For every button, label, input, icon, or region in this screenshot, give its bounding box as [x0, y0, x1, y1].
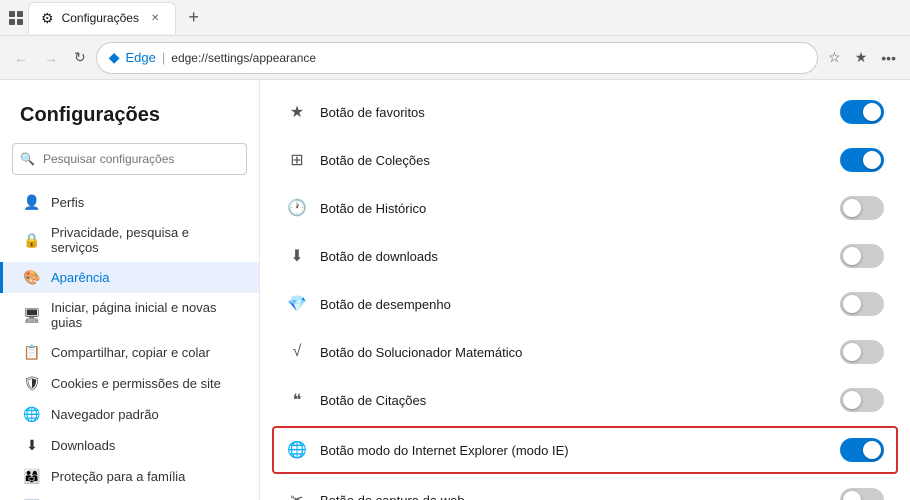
sidebar-label-perfis: Perfis [51, 195, 84, 210]
settings-row-colecoes: ⊞ Botão de Coleções [260, 136, 910, 184]
row-label-favoritos: Botão de favoritos [320, 105, 828, 120]
settings-row-ie-mode: 🌐 Botão modo do Internet Explorer (modo … [272, 426, 898, 474]
settings-list: ★ Botão de favoritos ⊞ Botão de Coleções… [260, 80, 910, 500]
row-icon-favoritos: ★ [286, 102, 308, 122]
row-icon-citacoes: ❝ [286, 390, 308, 410]
sidebar-item-perfis[interactable]: 👤 Perfis [0, 187, 259, 218]
settings-row-citacoes: ❝ Botão de Citações [260, 376, 910, 424]
settings-row-captura: ✂ Botão de captura da web [260, 476, 910, 500]
row-label-colecoes: Botão de Coleções [320, 153, 828, 168]
edge-label: Edge [126, 50, 156, 65]
settings-row-desempenho: 💎 Botão de desempenho [260, 280, 910, 328]
toggle-colecoes[interactable] [840, 148, 884, 172]
titlebar: ⚙ Configurações ✕ + [0, 0, 910, 36]
toggle-captura[interactable] [840, 488, 884, 500]
toggle-citacoes[interactable] [840, 388, 884, 412]
row-label-downloads: Botão de downloads [320, 249, 828, 264]
sidebar-label-compartilhar: Compartilhar, copiar e colar [51, 345, 210, 360]
row-icon-captura: ✂ [286, 490, 308, 500]
toggle-matematico[interactable] [840, 340, 884, 364]
row-label-desempenho: Botão de desempenho [320, 297, 828, 312]
toggle-ie-mode[interactable] [840, 438, 884, 462]
sidebar-label-downloads: Downloads [51, 438, 115, 453]
more-options-button[interactable]: ••• [875, 44, 902, 72]
sidebar-icon-cookies: 🛡 [23, 375, 41, 392]
address-text: edge://settings/appearance [171, 51, 805, 65]
sidebar-icon-perfis: 👤 [23, 194, 41, 211]
settings-row-matematico: √ Botão do Solucionador Matemático [260, 328, 910, 376]
row-label-matematico: Botão do Solucionador Matemático [320, 345, 828, 360]
row-label-historico: Botão de Histórico [320, 201, 828, 216]
sidebar-icon-aparencia: 🎨 [23, 269, 41, 286]
row-icon-matematico: √ [286, 343, 308, 361]
sidebar-item-cookies[interactable]: 🛡 Cookies e permissões de site [0, 368, 259, 399]
address-separator: | [162, 50, 165, 65]
sidebar-items-list: 👤 Perfis 🔒 Privacidade, pesquisa e servi… [0, 187, 259, 500]
row-icon-downloads: ⬇ [286, 246, 308, 266]
refresh-button[interactable]: ↻ [68, 43, 92, 72]
sidebar-label-privacidade: Privacidade, pesquisa e serviços [51, 225, 239, 255]
tab-label: Configurações [62, 11, 139, 25]
sidebar-label-protecao: Proteção para a família [51, 469, 185, 484]
favorites-button[interactable]: ★ [849, 43, 874, 72]
sidebar-label-navegador: Navegador padrão [51, 407, 159, 422]
settings-row-favoritos: ★ Botão de favoritos [260, 88, 910, 136]
row-icon-ie-mode: 🌐 [286, 440, 308, 460]
sidebar-icon-iniciar: 🖥 [23, 307, 41, 324]
settings-content: ★ Botão de favoritos ⊞ Botão de Coleções… [260, 80, 910, 500]
search-icon: 🔍 [20, 152, 35, 166]
sidebar-label-aparencia: Aparência [51, 270, 110, 285]
nav-right-icons: ☆ ★ ••• [822, 43, 902, 72]
navbar: ← → ↻ ◆ Edge | edge://settings/appearanc… [0, 36, 910, 80]
toggle-favoritos[interactable] [840, 100, 884, 124]
sidebar-icon-compartilhar: 📋 [23, 344, 41, 361]
sidebar-icon-navegador: 🌐 [23, 406, 41, 423]
sidebar-item-iniciar[interactable]: 🖥 Iniciar, página inicial e novas guias [0, 293, 259, 337]
active-tab[interactable]: ⚙ Configurações ✕ [28, 2, 176, 34]
row-label-citacoes: Botão de Citações [320, 393, 828, 408]
tab-close-button[interactable]: ✕ [147, 11, 163, 26]
sidebar-icon-protecao: 👨‍👩‍👧 [23, 468, 41, 485]
tab-favicon: ⚙ [41, 10, 54, 27]
sidebar-item-navegador[interactable]: 🌐 Navegador padrão [0, 399, 259, 430]
settings-row-historico: 🕐 Botão de Histórico [260, 184, 910, 232]
new-tab-button[interactable]: + [180, 7, 207, 28]
sidebar-label-cookies: Cookies e permissões de site [51, 376, 221, 391]
settings-row-downloads: ⬇ Botão de downloads [260, 232, 910, 280]
sidebar-item-downloads[interactable]: ⬇ Downloads [0, 430, 259, 461]
sidebar-title: Configurações [0, 96, 259, 143]
toggle-downloads[interactable] [840, 244, 884, 268]
sidebar-item-protecao[interactable]: 👨‍👩‍👧 Proteção para a família [0, 461, 259, 492]
back-button[interactable]: ← [8, 44, 34, 72]
row-icon-historico: 🕐 [286, 198, 308, 218]
sidebar-label-iniciar: Iniciar, página inicial e novas guias [51, 300, 239, 330]
forward-button[interactable]: → [38, 44, 64, 72]
row-icon-desempenho: 💎 [286, 294, 308, 314]
sidebar-item-aparencia[interactable]: 🎨 Aparência [0, 262, 259, 293]
toggle-desempenho[interactable] [840, 292, 884, 316]
sidebar: Configurações 🔍 👤 Perfis 🔒 Privacidade, … [0, 80, 260, 500]
edge-logo-icon: ◆ [109, 49, 120, 66]
search-input[interactable] [12, 143, 247, 175]
browser-icon [8, 10, 24, 26]
sidebar-icon-downloads: ⬇ [23, 437, 41, 454]
row-label-captura: Botão de captura da web [320, 493, 828, 500]
sidebar-item-idiomas[interactable]: 🔤 Idiomas [0, 492, 259, 500]
address-bar[interactable]: ◆ Edge | edge://settings/appearance [96, 42, 818, 74]
main-layout: Configurações 🔍 👤 Perfis 🔒 Privacidade, … [0, 80, 910, 500]
row-icon-colecoes: ⊞ [286, 150, 308, 170]
sidebar-icon-privacidade: 🔒 [23, 232, 41, 249]
search-box: 🔍 [12, 143, 247, 175]
sidebar-item-privacidade[interactable]: 🔒 Privacidade, pesquisa e serviços [0, 218, 259, 262]
row-label-ie-mode: Botão modo do Internet Explorer (modo IE… [320, 443, 828, 458]
sidebar-item-compartilhar[interactable]: 📋 Compartilhar, copiar e colar [0, 337, 259, 368]
star-button[interactable]: ☆ [822, 43, 847, 72]
toggle-historico[interactable] [840, 196, 884, 220]
